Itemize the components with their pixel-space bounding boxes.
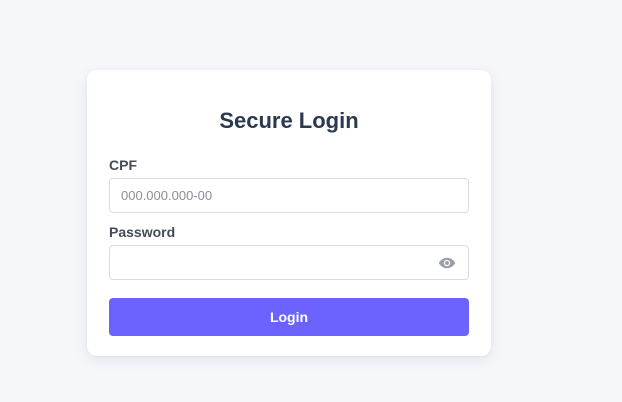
cpf-input[interactable] <box>110 179 468 212</box>
login-card: Secure Login CPF Password Login <box>87 70 491 356</box>
eye-icon[interactable] <box>438 255 456 271</box>
cpf-label: CPF <box>109 157 137 173</box>
cpf-field-wrapper <box>109 178 469 213</box>
password-input[interactable] <box>110 246 468 279</box>
login-title: Secure Login <box>219 108 359 133</box>
password-label: Password <box>109 224 176 240</box>
password-field-wrapper <box>109 245 469 280</box>
login-button[interactable]: Login <box>109 298 469 336</box>
